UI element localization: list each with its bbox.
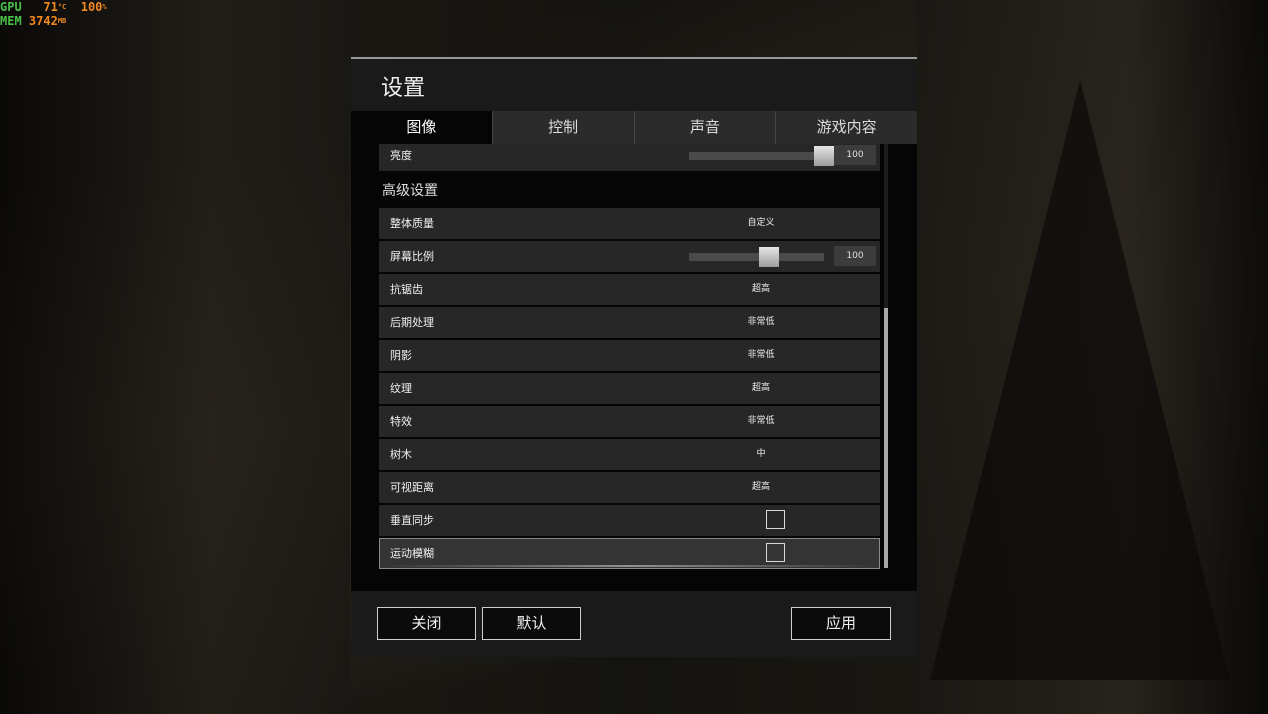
setting-value[interactable]: 中 (756, 439, 765, 470)
performance-overlay: GPU 71°C 100% MEM 3742MB (0, 0, 107, 28)
setting-row-post-processing[interactable]: 后期处理 非常低 (379, 307, 880, 338)
mem-label: MEM (0, 14, 22, 28)
brightness-slider-thumb[interactable] (814, 146, 834, 166)
setting-label: 整体质量 (390, 217, 434, 230)
background-right (917, 0, 1268, 714)
setting-label: 后期处理 (390, 316, 434, 329)
settings-dialog: 设置 图像 控制 声音 游戏内容 亮度 100 高级设置 整体质量 自定义 屏幕… (351, 57, 917, 657)
gpu-temp-unit: °C (57, 3, 67, 11)
list-bottom-highlight (381, 565, 877, 567)
setting-label: 可视距离 (390, 481, 434, 494)
dialog-footer: 关闭 默认 应用 (351, 591, 917, 657)
setting-row-vsync[interactable]: 垂直同步 (379, 505, 880, 536)
tab-audio[interactable]: 声音 (633, 111, 776, 144)
dialog-title: 设置 (381, 76, 426, 101)
tab-controls[interactable]: 控制 (491, 111, 634, 144)
setting-row-textures[interactable]: 纹理 超高 (379, 373, 880, 404)
setting-label: 特效 (390, 415, 412, 428)
setting-value[interactable]: 非常低 (747, 406, 774, 437)
brightness-slider-track[interactable] (689, 152, 834, 160)
brightness-value[interactable]: 100 (834, 145, 876, 165)
gpu-temp: 71 (43, 0, 58, 14)
motion-blur-checkbox[interactable] (766, 543, 785, 562)
gpu-label: GPU (0, 0, 22, 14)
mem-row: MEM 3742MB (0, 14, 107, 28)
default-button[interactable]: 默认 (482, 607, 581, 640)
setting-label: 树木 (390, 448, 412, 461)
dialog-top-border (351, 57, 917, 59)
setting-value[interactable]: 非常低 (747, 307, 774, 338)
background-shadow (930, 80, 1230, 680)
scrollbar-thumb[interactable] (884, 308, 888, 568)
setting-row-view-distance[interactable]: 可视距离 超高 (379, 472, 880, 503)
screen-scale-value[interactable]: 100 (834, 246, 876, 266)
gpu-usage: 100 (80, 0, 103, 14)
setting-label: 运动模糊 (390, 547, 434, 560)
setting-label: 屏幕比例 (390, 250, 434, 263)
setting-row-effects[interactable]: 特效 非常低 (379, 406, 880, 437)
setting-value[interactable]: 超高 (752, 274, 770, 305)
mem-unit: MB (57, 17, 67, 25)
tab-graphics[interactable]: 图像 (351, 111, 492, 144)
setting-value[interactable]: 超高 (752, 373, 770, 404)
setting-label: 垂直同步 (390, 514, 434, 527)
settings-list[interactable]: 亮度 100 高级设置 整体质量 自定义 屏幕比例 100 抗锯齿 超高 后期处… (351, 144, 917, 591)
setting-value[interactable]: 非常低 (747, 340, 774, 371)
mem-value: 3742 (28, 14, 58, 28)
setting-label: 阴影 (390, 349, 412, 362)
setting-value[interactable]: 超高 (752, 472, 770, 503)
background-left (0, 0, 350, 714)
setting-label: 纹理 (390, 382, 412, 395)
screen-scale-slider-thumb[interactable] (759, 247, 779, 267)
setting-row-foliage[interactable]: 树木 中 (379, 439, 880, 470)
apply-button[interactable]: 应用 (791, 607, 891, 640)
vsync-checkbox[interactable] (766, 510, 785, 529)
setting-label: 亮度 (390, 149, 412, 162)
screen-scale-slider-track[interactable] (689, 253, 824, 261)
setting-row-brightness: 亮度 100 (379, 144, 880, 171)
close-button[interactable]: 关闭 (377, 607, 476, 640)
tab-gameplay[interactable]: 游戏内容 (775, 111, 917, 144)
setting-row-shadows[interactable]: 阴影 非常低 (379, 340, 880, 371)
setting-row-screen-scale: 屏幕比例 100 (379, 241, 880, 272)
gpu-usage-unit: % (102, 3, 107, 11)
gpu-row: GPU 71°C 100% (0, 0, 107, 14)
settings-tabs: 图像 控制 声音 游戏内容 (351, 111, 917, 144)
setting-row-anti-aliasing[interactable]: 抗锯齿 超高 (379, 274, 880, 305)
advanced-settings-heading: 高级设置 (382, 183, 438, 199)
setting-row-overall-quality[interactable]: 整体质量 自定义 (379, 208, 880, 239)
setting-label: 抗锯齿 (390, 283, 423, 296)
setting-value[interactable]: 自定义 (747, 208, 774, 239)
